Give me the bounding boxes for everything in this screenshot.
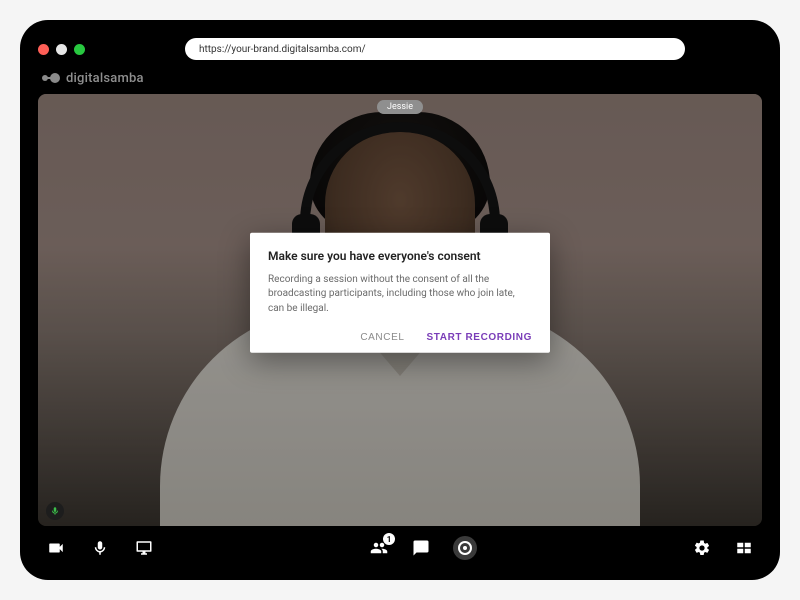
minimize-window-icon[interactable] bbox=[56, 44, 67, 55]
brand-header: digitalsamba bbox=[38, 62, 762, 94]
consent-dialog: Make sure you have everyone's consent Re… bbox=[250, 232, 550, 353]
start-recording-button[interactable]: START RECORDING bbox=[427, 332, 532, 343]
brand-name: digitalsamba bbox=[66, 71, 144, 86]
chat-icon bbox=[412, 539, 430, 557]
microphone-icon bbox=[91, 539, 109, 557]
mic-status-indicator bbox=[46, 502, 64, 520]
chat-button[interactable] bbox=[411, 538, 431, 558]
dialog-body: Recording a session without the consent … bbox=[268, 272, 532, 316]
camera-icon bbox=[47, 539, 65, 557]
participants-button[interactable]: 1 bbox=[369, 538, 389, 558]
browser-frame: https://your-brand.digitalsamba.com/ dig… bbox=[20, 20, 780, 580]
settings-button[interactable] bbox=[692, 538, 712, 558]
gear-icon bbox=[693, 539, 711, 557]
window-titlebar: https://your-brand.digitalsamba.com/ bbox=[38, 36, 762, 62]
toolbar-left bbox=[46, 538, 154, 558]
url-text: https://your-brand.digitalsamba.com/ bbox=[199, 44, 366, 55]
address-bar[interactable]: https://your-brand.digitalsamba.com/ bbox=[185, 38, 685, 60]
record-button[interactable] bbox=[453, 536, 477, 560]
screenshare-button[interactable] bbox=[134, 538, 154, 558]
record-icon bbox=[458, 541, 472, 555]
bottom-toolbar: 1 bbox=[38, 526, 762, 566]
microphone-button[interactable] bbox=[90, 538, 110, 558]
cancel-button[interactable]: CANCEL bbox=[360, 332, 404, 343]
layout-icon bbox=[735, 539, 753, 557]
toolbar-center: 1 bbox=[154, 536, 692, 560]
participant-name-badge: Jessie bbox=[377, 100, 423, 114]
microphone-icon bbox=[50, 506, 60, 516]
maximize-window-icon[interactable] bbox=[74, 44, 85, 55]
brand-logo-icon bbox=[42, 72, 60, 84]
close-window-icon[interactable] bbox=[38, 44, 49, 55]
screenshare-icon bbox=[135, 539, 153, 557]
window-controls bbox=[38, 44, 85, 55]
camera-button[interactable] bbox=[46, 538, 66, 558]
participants-count-badge: 1 bbox=[383, 533, 395, 545]
dialog-actions: CANCEL START RECORDING bbox=[268, 332, 532, 343]
dialog-title: Make sure you have everyone's consent bbox=[268, 248, 532, 262]
video-stage: Jessie Make sure you have everyone's con… bbox=[38, 94, 762, 526]
layout-button[interactable] bbox=[734, 538, 754, 558]
toolbar-right bbox=[692, 538, 754, 558]
